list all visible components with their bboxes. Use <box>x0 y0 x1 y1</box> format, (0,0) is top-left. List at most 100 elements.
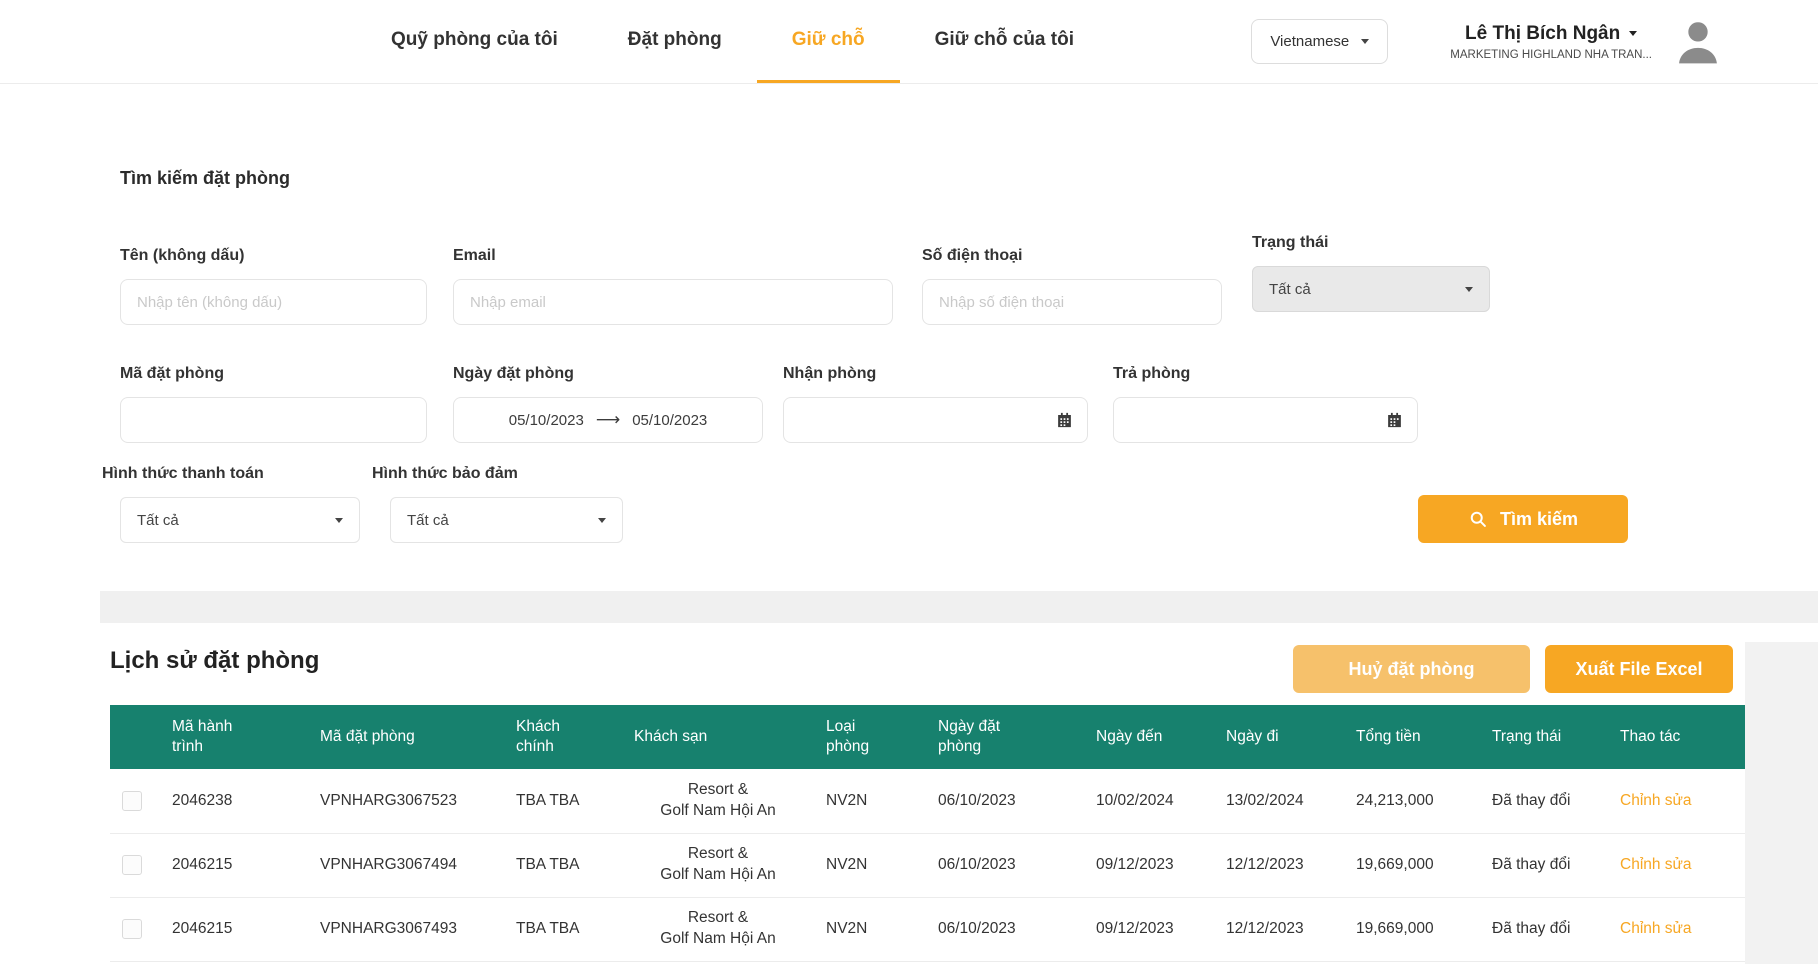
search-row-3: Hình thức thanh toán Tất cả Hình thức bả… <box>120 465 1818 543</box>
cell-depart: 12/12/2023 <box>1214 897 1344 961</box>
edit-link[interactable]: Chỉnh sửa <box>1620 920 1692 937</box>
cell-status: Đã thay đổi <box>1480 897 1608 961</box>
cell-booked: 06/10/2023 <box>926 769 1084 833</box>
cell-guest: TBA TBA <box>504 833 622 897</box>
payment-method-field: Hình thức thanh toán Tất cả <box>120 465 360 543</box>
booking-history-section: Lịch sử đặt phòng Huỷ đặt phòng Xuất Fil… <box>0 623 1818 962</box>
cell-depart: 12/12/2023 <box>1214 833 1344 897</box>
email-input[interactable] <box>453 279 893 325</box>
cell-status: Đã thay đổi <box>1480 833 1608 897</box>
guarantee-select[interactable]: Tất cả <box>390 497 623 543</box>
guarantee-label: Hình thức bảo đảm <box>372 465 623 483</box>
booking-code-input[interactable] <box>120 397 427 443</box>
cell-booked: 06/10/2023 <box>926 897 1084 961</box>
col-total-header: Tổng tiền <box>1344 705 1480 769</box>
checkout-date-input[interactable] <box>1113 397 1418 443</box>
cell-code: VPNHARG3067493 <box>308 897 504 961</box>
magnifier-icon <box>1468 509 1488 529</box>
cell-select <box>110 769 160 833</box>
avatar[interactable] <box>1670 14 1726 70</box>
row-checkbox[interactable] <box>122 855 142 875</box>
checkin-input[interactable] <box>798 398 1056 442</box>
cell-action: Chỉnh sửa <box>1608 769 1745 833</box>
cell-room: NV2N <box>814 769 926 833</box>
tab-quy-phong-cua-toi[interactable]: Quỹ phòng của tôi <box>356 0 593 83</box>
col-booked-header: Ngày đặt phòng <box>926 705 1084 769</box>
header-right: Vietnamese Lê Thị Bích Ngân MARKETING HI… <box>1251 0 1726 83</box>
tab-dat-phong[interactable]: Đặt phòng <box>593 0 757 83</box>
edit-link[interactable]: Chỉnh sửa <box>1620 856 1692 873</box>
name-field-label: Tên (không dấu) <box>120 247 427 265</box>
col-room-header: Loại phòng <box>814 705 926 769</box>
chevron-down-icon <box>1465 287 1473 292</box>
col-depart-header: Ngày đi <box>1214 705 1344 769</box>
checkout-input[interactable] <box>1128 398 1386 442</box>
guarantee-field: Hình thức bảo đảm Tất cả <box>390 465 623 543</box>
search-row-2: Mã đặt phòng Ngày đặt phòng 05/10/2023 ⟶… <box>120 365 1818 443</box>
section-divider <box>100 591 1818 623</box>
cell-hotel: Resort & Golf Nam Hội An <box>622 769 814 833</box>
calendar-icon[interactable] <box>1386 411 1403 429</box>
booking-code-field: Mã đặt phòng <box>120 365 427 443</box>
cell-total: 19,669,000 <box>1344 897 1480 961</box>
cell-code: VPNHARG3067523 <box>308 769 504 833</box>
checkout-label: Trả phòng <box>1113 365 1418 383</box>
booking-search-section: Tìm kiếm đặt phòng Tên (không dấu) Email… <box>0 84 1818 623</box>
col-guest-header: Khách chính <box>504 705 622 769</box>
status-field-label: Trạng thái <box>1252 234 1490 252</box>
cell-depart: 13/02/2024 <box>1214 769 1344 833</box>
cell-select <box>110 833 160 897</box>
user-menu[interactable]: Lê Thị Bích Ngân MARKETING HIGHLAND NHA … <box>1450 23 1652 61</box>
chevron-down-icon <box>335 518 343 523</box>
row-checkbox[interactable] <box>122 791 142 811</box>
cell-itinerary: 2046215 <box>160 897 308 961</box>
select-column-header <box>110 705 160 769</box>
cell-room: NV2N <box>814 897 926 961</box>
row-checkbox[interactable] <box>122 919 142 939</box>
booking-date-label: Ngày đặt phòng <box>453 365 763 383</box>
calendar-icon[interactable] <box>1056 411 1073 429</box>
booking-code-label: Mã đặt phòng <box>120 365 427 383</box>
arrow-right-icon: ⟶ <box>596 410 620 430</box>
checkout-field: Trả phòng <box>1113 365 1418 443</box>
tab-giu-cho-cua-toi[interactable]: Giữ chỗ của tôi <box>900 0 1109 83</box>
tab-giu-cho[interactable]: Giữ chỗ <box>757 0 900 83</box>
cancel-booking-button[interactable]: Huỷ đặt phòng <box>1293 645 1530 693</box>
cell-room: NV2N <box>814 833 926 897</box>
search-button-label: Tìm kiếm <box>1500 509 1578 530</box>
date-from-value: 05/10/2023 <box>509 412 584 429</box>
status-select[interactable]: Tất cả <box>1252 266 1490 312</box>
cell-action: Chỉnh sửa <box>1608 897 1745 961</box>
col-status-header: Trạng thái <box>1480 705 1608 769</box>
chevron-down-icon <box>1361 39 1369 44</box>
checkin-date-input[interactable] <box>783 397 1088 443</box>
export-excel-button[interactable]: Xuất File Excel <box>1545 645 1733 693</box>
checkin-label: Nhận phòng <box>783 365 1088 383</box>
cell-total: 24,213,000 <box>1344 769 1480 833</box>
main-tabs: Quỹ phòng của tôi Đặt phòng Giữ chỗ Giữ … <box>356 0 1109 83</box>
edit-link[interactable]: Chỉnh sửa <box>1620 792 1692 809</box>
cell-code: VPNHARG3067494 <box>308 833 504 897</box>
checkin-field: Nhận phòng <box>783 365 1088 443</box>
search-row-1: Tên (không dấu) Email Số điện thoại Trạn… <box>120 247 1818 325</box>
table-row: 2046215 VPNHARG3067494 TBA TBA Resort & … <box>110 833 1745 897</box>
payment-method-select[interactable]: Tất cả <box>120 497 360 543</box>
cell-itinerary: 2046215 <box>160 833 308 897</box>
search-button[interactable]: Tìm kiếm <box>1418 495 1628 543</box>
cell-status: Đã thay đổi <box>1480 769 1608 833</box>
cell-action: Chỉnh sửa <box>1608 833 1745 897</box>
cell-total: 19,669,000 <box>1344 833 1480 897</box>
language-selector[interactable]: Vietnamese <box>1251 19 1388 64</box>
page-background-strip <box>1745 642 1818 964</box>
payment-method-value: Tất cả <box>137 512 179 529</box>
name-input[interactable] <box>120 279 427 325</box>
col-action-header: Thao tác <box>1608 705 1745 769</box>
phone-input[interactable] <box>922 279 1222 325</box>
search-section-title: Tìm kiếm đặt phòng <box>120 168 1818 189</box>
booking-date-field: Ngày đặt phòng 05/10/2023 ⟶ 05/10/2023 <box>453 365 763 443</box>
booking-date-range-input[interactable]: 05/10/2023 ⟶ 05/10/2023 <box>453 397 763 443</box>
col-hotel-header: Khách sạn <box>622 705 814 769</box>
top-header: Quỹ phòng của tôi Đặt phòng Giữ chỗ Giữ … <box>0 0 1818 84</box>
booking-history-table: Mã hành trình Mã đặt phòng Khách chính K… <box>110 705 1745 962</box>
cell-booked: 06/10/2023 <box>926 833 1084 897</box>
